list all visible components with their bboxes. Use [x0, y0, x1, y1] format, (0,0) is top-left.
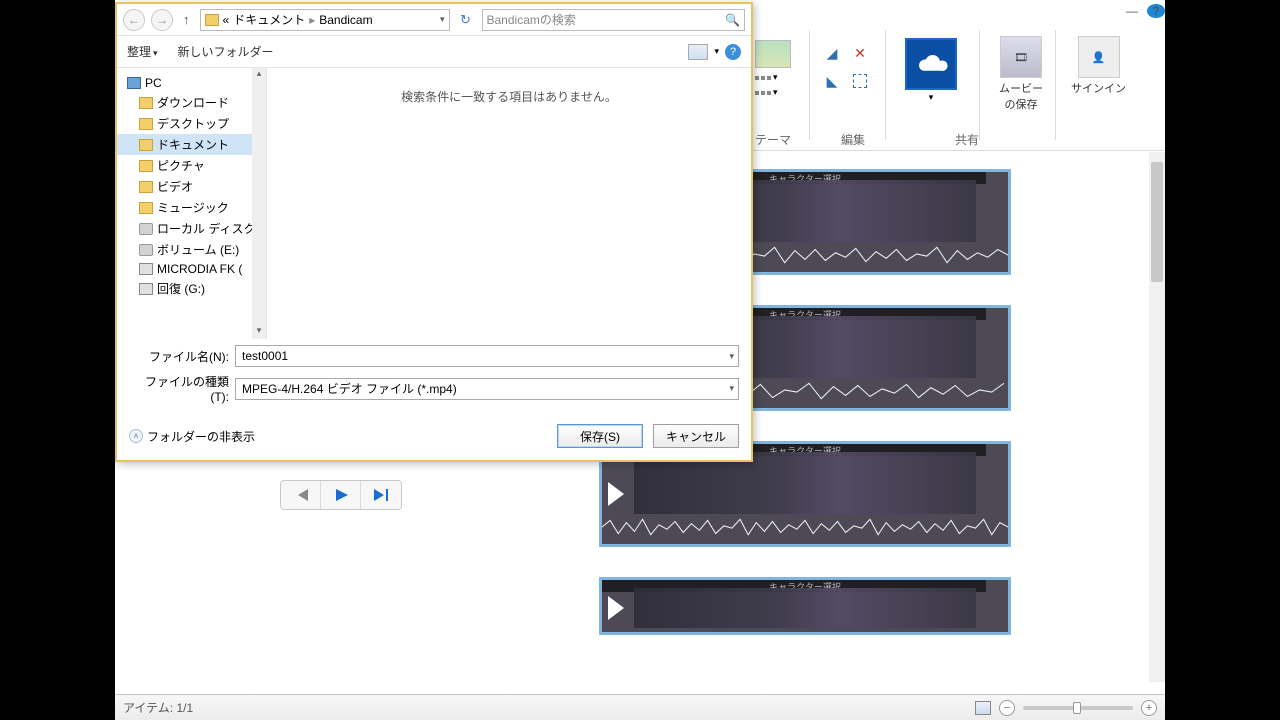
minimize-button[interactable]: — [1123, 4, 1141, 18]
forward-button[interactable]: → [151, 9, 173, 31]
tree-downloads[interactable]: ダウンロード [117, 92, 266, 113]
search-input[interactable]: Bandicamの検索 🔍 [482, 9, 746, 31]
tree-video[interactable]: ビデオ [117, 176, 266, 197]
search-icon[interactable]: 🔍 [725, 13, 740, 27]
save-dialog: ← → ↑ « ドキュメント ▸ Bandicam ▾ ↻ Bandicamの検… [115, 2, 753, 462]
filetype-label: ファイルの種類(T): [129, 373, 229, 404]
save-button[interactable]: 保存(S) [557, 424, 643, 448]
rotate2-icon[interactable]: ◣ [822, 71, 842, 91]
theme-thumb[interactable] [755, 40, 791, 68]
new-folder-button[interactable]: 新しいフォルダー [178, 43, 274, 60]
ribbon-group-share: 共有 [955, 131, 979, 148]
view-mode-icon[interactable] [975, 701, 991, 715]
tree-scrollbar[interactable]: ▴▾ [252, 68, 266, 339]
tree-cdrive[interactable]: ローカル ディスク (C:) [117, 218, 266, 239]
player-controls [280, 480, 402, 510]
file-list-pane: 検索条件に一致する項目はありません。 [267, 68, 751, 339]
ribbon-group-theme: テーマ [755, 131, 791, 148]
signin-button[interactable]: 👤 サインイン [1071, 36, 1126, 96]
tree-fdrive[interactable]: MICRODIA FK ( [117, 260, 266, 278]
movie-icon: 🎞 [1000, 36, 1042, 78]
next-frame-button[interactable] [361, 481, 401, 509]
play-icon [608, 482, 624, 506]
empty-message: 検索条件に一致する項目はありません。 [401, 90, 617, 104]
filename-input[interactable]: test0001▾ [235, 345, 739, 367]
view-options-button[interactable] [688, 44, 708, 60]
chevron-up-icon: ˄ [129, 429, 143, 443]
filetype-select[interactable]: MPEG-4/H.264 ビデオ ファイル (*.mp4)▾ [235, 378, 739, 400]
zoom-slider[interactable] [1023, 706, 1133, 710]
tree-evol[interactable]: ボリューム (E:) [117, 239, 266, 260]
hide-folders-toggle[interactable]: ˄ フォルダーの非表示 [129, 428, 255, 445]
breadcrumb[interactable]: « ドキュメント ▸ Bandicam ▾ [200, 9, 450, 31]
up-button[interactable]: ↑ [179, 12, 194, 27]
prev-frame-button[interactable] [281, 481, 321, 509]
zoom-out-button[interactable]: − [999, 700, 1015, 716]
tree-pc[interactable]: PC [117, 74, 266, 92]
user-icon: 👤 [1078, 36, 1120, 78]
onedrive-button[interactable] [905, 38, 957, 90]
dialog-help-icon[interactable]: ? [725, 44, 741, 60]
organize-menu[interactable]: 整理▾ [127, 43, 158, 60]
tree-pictures[interactable]: ピクチャ [117, 155, 266, 176]
folder-tree: PC ダウンロード デスクトップ ドキュメント ピクチャ ビデオ ミュージック … [117, 68, 267, 339]
play-button[interactable] [321, 481, 361, 509]
zoom-in-button[interactable]: + [1141, 700, 1157, 716]
play-icon [608, 596, 624, 620]
movie-save-button[interactable]: 🎞 ムービー の保存 [999, 36, 1043, 112]
select-all-icon[interactable] [853, 74, 867, 88]
cancel-button[interactable]: キャンセル [653, 424, 739, 448]
vertical-scrollbar[interactable] [1149, 152, 1165, 682]
back-button[interactable]: ← [123, 9, 145, 31]
ribbon-group-edit: 編集 [841, 131, 865, 148]
folder-icon [205, 14, 219, 26]
tree-documents[interactable]: ドキュメント [117, 134, 266, 155]
filename-label: ファイル名(N): [129, 348, 229, 365]
tree-music[interactable]: ミュージック [117, 197, 266, 218]
tree-gdrive[interactable]: 回復 (G:) [117, 278, 266, 299]
status-item-count: アイテム: 1/1 [123, 699, 193, 716]
rotate-icon[interactable]: ◢ [822, 43, 842, 63]
chevron-down-icon[interactable]: ▾ [440, 14, 445, 25]
timeline-clip[interactable]: キャラクター選択 [599, 577, 1011, 635]
delete-icon[interactable]: ✕ [850, 43, 870, 63]
refresh-button[interactable]: ↻ [456, 9, 476, 31]
edit-tools: ◢ ✕ ◣ [821, 42, 871, 92]
tree-desktop[interactable]: デスクトップ [117, 113, 266, 134]
help-icon[interactable]: ? [1147, 4, 1165, 18]
